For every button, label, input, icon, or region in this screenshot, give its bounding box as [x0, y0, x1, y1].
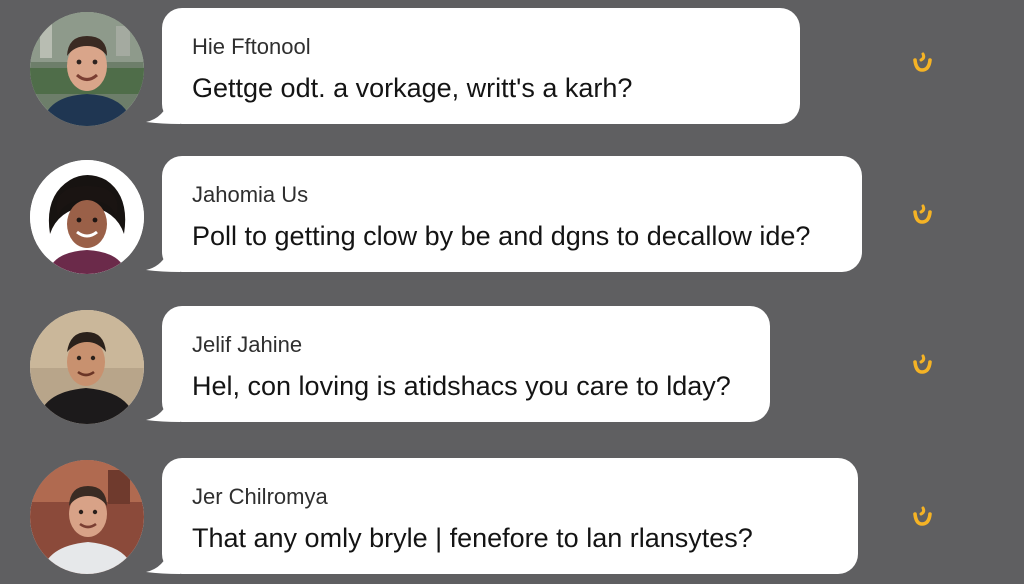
smiley-reaction-icon[interactable]: [908, 48, 936, 76]
sender-name: Hie Fftonool: [192, 34, 311, 59]
avatar[interactable]: [30, 310, 144, 424]
avatar[interactable]: [30, 160, 144, 274]
avatar[interactable]: [30, 12, 144, 126]
avatar-photo-icon: [30, 160, 144, 274]
bubble-tail: [146, 548, 180, 574]
message-bubble: Jahomia Us Poll to getting clow by be an…: [146, 156, 862, 272]
smiley-reaction-icon[interactable]: [908, 200, 936, 228]
message-row[interactable]: Hie Fftonool Gettge odt. a vorkage, writ…: [0, 4, 1024, 134]
avatar-photo-icon: [30, 310, 144, 424]
bubble-tail: [146, 246, 180, 272]
message-text: Gettge odt. a vorkage, writt's a karh?: [192, 73, 633, 103]
message-bubble: Hie Fftonool Gettge odt. a vorkage, writ…: [146, 8, 800, 124]
message-text: That any omly bryle | fenefore to lan rl…: [192, 523, 753, 553]
sender-name: Jer Chilromya: [192, 484, 328, 509]
smiley-reaction-icon[interactable]: [908, 350, 936, 378]
chat-message-list: Hie Fftonool Gettge odt. a vorkage, writ…: [0, 0, 1024, 574]
message-bubble: Jer Chilromya That any omly bryle | fene…: [146, 458, 858, 574]
message-row[interactable]: Jer Chilromya That any omly bryle | fene…: [0, 454, 1024, 584]
message-row[interactable]: Jahomia Us Poll to getting clow by be an…: [0, 152, 1024, 282]
sender-name: Jelif Jahine: [192, 332, 303, 357]
message-bubble: Jelif Jahine Hel, con loving is atidshac…: [146, 306, 770, 422]
sender-name: Jahomia Us: [192, 182, 309, 207]
message-row[interactable]: Jelif Jahine Hel, con loving is atidshac…: [0, 302, 1024, 432]
avatar-photo-icon: [30, 12, 144, 126]
bubble-tail: [146, 396, 180, 422]
message-text: Hel, con loving is atidshacs you care to…: [192, 371, 731, 401]
smiley-reaction-icon[interactable]: [908, 502, 936, 530]
bubble-tail: [146, 98, 180, 124]
message-text: Poll to getting clow by be and dgns to d…: [192, 221, 811, 251]
avatar-photo-icon: [30, 460, 144, 574]
avatar[interactable]: [30, 460, 144, 574]
